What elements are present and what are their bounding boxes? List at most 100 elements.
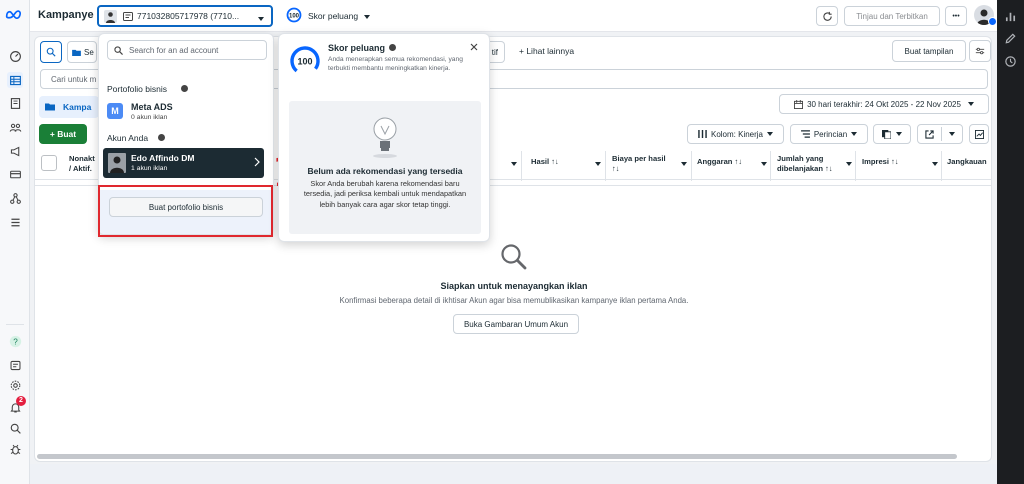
campaigns-table-icon[interactable] xyxy=(7,72,23,88)
chevron-down-icon xyxy=(949,132,955,136)
line-chart-icon xyxy=(974,129,984,139)
footer-area xyxy=(30,464,997,484)
breakdown-button[interactable]: Perincian xyxy=(790,124,868,144)
notification-count-badge: 2 xyxy=(16,396,26,406)
folder-icon xyxy=(72,49,81,56)
tab-campaigns[interactable]: Kampa xyxy=(39,96,99,118)
chevron-down-icon xyxy=(851,132,858,136)
campaign-search-placeholder: Cari untuk m xyxy=(51,75,97,84)
column-divider xyxy=(855,151,856,181)
breakdown-icon xyxy=(800,130,810,138)
help-icon[interactable]: ? xyxy=(7,333,23,349)
top-bar: Kampanye 771032805717978 (7710... 100 Sk… xyxy=(30,0,997,32)
bug-report-icon[interactable] xyxy=(7,441,23,457)
facebook-badge-icon xyxy=(988,17,997,26)
chevron-down-icon[interactable] xyxy=(595,159,601,168)
view-settings-icon[interactable] xyxy=(969,40,991,62)
create-campaign-button[interactable]: + Buat xyxy=(39,124,87,144)
horizontal-scrollbar[interactable] xyxy=(37,454,957,459)
ad-account-search-input[interactable]: Search for an ad account xyxy=(107,40,267,60)
date-range-label: 30 hari terakhir: 24 Okt 2025 - 22 Nov 2… xyxy=(807,99,961,109)
chevron-down-icon xyxy=(896,132,902,136)
more-options-button[interactable]: ••• xyxy=(945,6,967,26)
notifications-bell-icon[interactable]: 2 xyxy=(7,396,26,415)
reports-button[interactable] xyxy=(873,124,911,144)
reports-icon xyxy=(882,129,891,139)
refresh-button[interactable] xyxy=(816,6,838,26)
opportunity-score-label[interactable]: Skor peluang xyxy=(308,11,358,21)
folder-filter-button[interactable]: Se xyxy=(67,41,97,63)
account-overview-button[interactable]: Buka Gambaran Umum Akun xyxy=(453,314,579,334)
pages-icon[interactable] xyxy=(7,95,23,111)
chevron-down-icon[interactable] xyxy=(932,159,938,168)
search-icon xyxy=(114,46,123,55)
left-navigation-rail: ? 2 xyxy=(0,0,30,484)
tab-campaigns-label: Kampa xyxy=(63,102,92,112)
empty-state-description: Konfirmasi beberapa detail di ikhtisar A… xyxy=(339,296,689,305)
right-tools-strip xyxy=(997,0,1024,484)
bar-chart-icon[interactable] xyxy=(1004,10,1017,23)
folder-icon xyxy=(45,103,55,111)
column-header-amount-spent[interactable]: Jumlah yang dibelanjakan ↑↓ xyxy=(777,154,833,174)
columns-label: Kolom: Kinerja xyxy=(710,129,764,139)
megaphone-icon[interactable] xyxy=(7,143,23,159)
see-more-link[interactable]: + Lihat lainnya xyxy=(519,46,574,56)
column-divider xyxy=(691,151,692,181)
ad-account-selector[interactable]: 771032805717978 (7710... xyxy=(97,5,273,27)
lightbulb-illustration-icon xyxy=(371,114,399,158)
column-header-budget[interactable]: Anggaran ↑↓ xyxy=(697,157,742,166)
chevron-down-icon[interactable] xyxy=(846,159,852,168)
column-header-impressions[interactable]: Impresi ↑↓ xyxy=(862,157,899,166)
chevron-right-icon xyxy=(254,157,260,167)
columns-performance-button[interactable]: Kolom: Kinerja xyxy=(687,124,784,144)
ad-account-id: 771032805717978 (7710... xyxy=(137,11,240,21)
account-avatar xyxy=(104,10,117,23)
portfolio-heading: Portofolio bisnis xyxy=(107,84,168,94)
info-icon[interactable] xyxy=(158,134,165,141)
billing-card-icon[interactable] xyxy=(7,166,23,182)
chevron-down-icon xyxy=(967,102,974,106)
chevron-down-icon[interactable] xyxy=(511,159,517,168)
info-icon[interactable] xyxy=(181,85,188,92)
history-clock-icon[interactable] xyxy=(1004,55,1017,68)
folder-filter-label: Se xyxy=(84,47,94,57)
account-item-selected[interactable]: Edo Affindo DM 1 akun iklan xyxy=(103,148,264,178)
score-badge-value: 100 xyxy=(289,14,300,20)
magnifier-illustration-icon xyxy=(499,242,529,272)
settings-gear-icon[interactable] xyxy=(7,377,23,393)
column-header-reach[interactable]: Jangkauan xyxy=(947,157,987,166)
review-publish-button[interactable]: Tinjau dan Terbitkan xyxy=(844,6,940,26)
chevron-down-icon xyxy=(767,132,774,136)
portfolio-name[interactable]: Meta ADS xyxy=(131,102,173,112)
audiences-icon[interactable] xyxy=(7,119,23,135)
search-toggle-button[interactable] xyxy=(40,41,62,63)
news-icon[interactable] xyxy=(7,357,23,373)
export-button[interactable] xyxy=(917,124,963,144)
account-subtitle: 1 akun iklan xyxy=(131,165,168,172)
ad-account-icon xyxy=(123,12,133,21)
menu-icon[interactable] xyxy=(7,214,23,230)
business-settings-icon[interactable] xyxy=(7,190,23,206)
search-icon[interactable] xyxy=(7,420,23,436)
chevron-down-icon[interactable] xyxy=(761,159,767,168)
dashboard-icon[interactable] xyxy=(7,48,23,64)
info-icon[interactable] xyxy=(389,44,396,51)
edit-pencil-icon[interactable] xyxy=(1004,32,1017,45)
column-header-toggle[interactable]: Nonakt / Aktif. xyxy=(69,154,95,174)
rail-divider xyxy=(6,324,24,325)
column-header-cost-per-result[interactable]: Biaya per hasil ↑↓ xyxy=(612,154,666,174)
charts-toggle-button[interactable] xyxy=(969,124,989,144)
ad-account-search-placeholder: Search for an ad account xyxy=(129,46,219,55)
meta-logo-icon[interactable] xyxy=(4,6,26,22)
column-header-results[interactable]: Hasil ↑↓ xyxy=(531,157,559,166)
chevron-down-icon xyxy=(364,12,370,21)
chevron-down-icon[interactable] xyxy=(681,159,687,168)
opportunity-score-gauge-icon[interactable]: 100 xyxy=(286,7,302,23)
chevron-down-icon xyxy=(258,14,264,23)
no-recommendations-title: Belum ada rekomendasi yang tersedia xyxy=(307,166,463,176)
date-range-picker[interactable]: 30 hari terakhir: 24 Okt 2025 - 22 Nov 2… xyxy=(779,94,989,114)
create-view-button[interactable]: Buat tampilan xyxy=(892,40,966,62)
column-divider xyxy=(770,151,771,181)
svg-text:?: ? xyxy=(13,337,18,346)
close-icon[interactable] xyxy=(470,43,478,51)
